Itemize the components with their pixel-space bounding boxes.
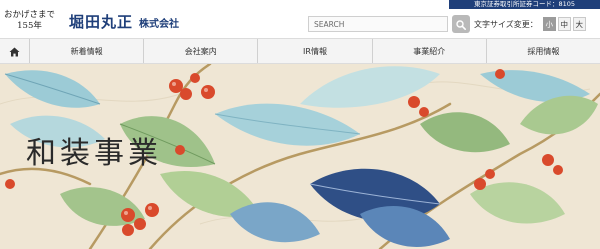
font-size-large-button[interactable]: 大 <box>572 17 586 31</box>
search-button[interactable] <box>452 15 470 33</box>
site-header: おかげさまで 155年 堀田丸正 株式会社 東京証券取引所証券コード：8105 … <box>0 0 600 38</box>
search-input[interactable] <box>308 16 448 32</box>
company-name-text: 堀田丸正 <box>69 12 134 31</box>
font-size-label: 文字サイズ変更： <box>474 19 538 29</box>
nav-item-recruit[interactable]: 採用情報 <box>487 39 600 63</box>
nav-item-company[interactable]: 会社案内 <box>144 39 259 63</box>
tagline-line2: 155年 <box>17 21 42 31</box>
font-size-medium-button[interactable]: 中 <box>557 17 571 31</box>
search-icon <box>456 15 466 34</box>
nav-item-news[interactable]: 新着情報 <box>30 39 145 63</box>
home-icon <box>9 42 20 61</box>
stock-code-badge: 東京証券取引所証券コード：8105 <box>449 0 600 9</box>
nav-item-ir[interactable]: IR情報 <box>258 39 373 63</box>
global-nav: 新着情報 会社案内 IR情報 事業紹介 採用情報 <box>0 38 600 64</box>
anniversary-tagline: おかげさまで 155年 <box>4 10 55 32</box>
company-name: 堀田丸正 株式会社 <box>69 11 179 32</box>
nav-item-business[interactable]: 事業紹介 <box>373 39 487 63</box>
nav-home-button[interactable] <box>0 39 30 63</box>
font-size-small-button[interactable]: 小 <box>542 17 556 31</box>
company-kind-text: 株式会社 <box>139 18 180 30</box>
site-logo[interactable]: おかげさまで 155年 堀田丸正 株式会社 <box>4 8 179 34</box>
hero-title: 和装事業 <box>26 136 162 171</box>
tagline-line1: おかげさまで <box>4 10 56 20</box>
hero-banner: 和装事業 <box>0 64 600 249</box>
font-size-switcher: 文字サイズ変更： 小 中 大 <box>474 16 586 32</box>
